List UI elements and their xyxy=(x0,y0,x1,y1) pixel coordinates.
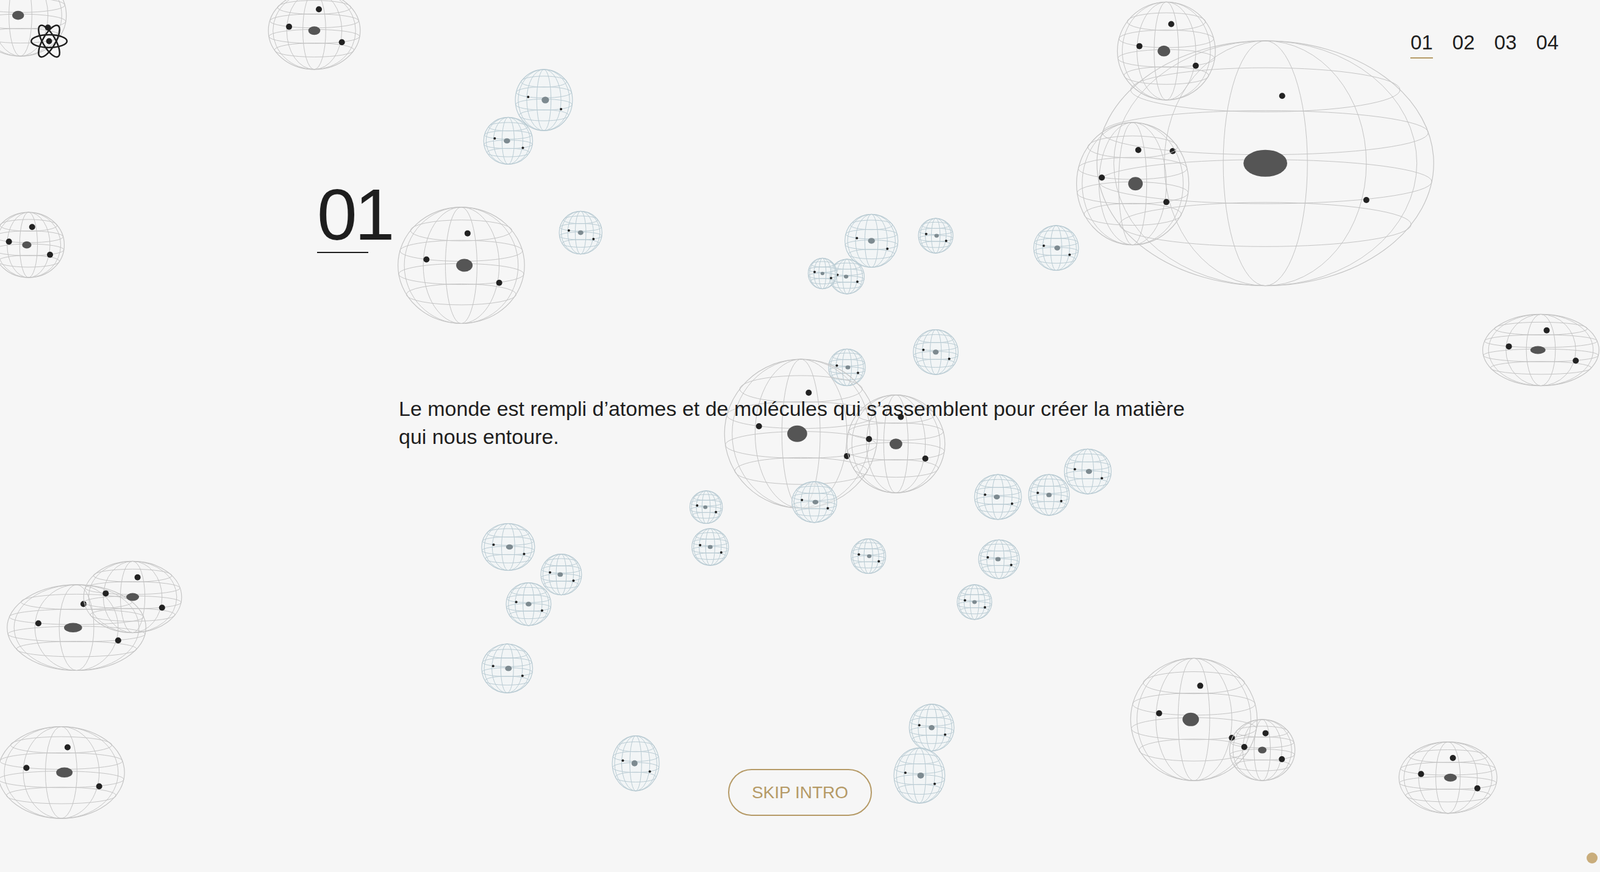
slide-text: Le monde est rempli d’atomes et de moléc… xyxy=(398,394,1186,451)
atom-sphere-icon xyxy=(893,748,946,804)
scroll-indicator xyxy=(1586,852,1598,864)
atom-sphere-icon xyxy=(845,214,899,268)
intro-page: 01 02 03 04 01 Le monde est rempli d’atomes e… xyxy=(0,0,1600,872)
atom-sphere-icon xyxy=(1096,40,1434,286)
skip-intro-button[interactable]: SKIP INTRO xyxy=(728,768,872,816)
atom-sphere-icon xyxy=(978,539,1020,579)
atom-sphere-icon xyxy=(481,523,535,571)
atom-sphere-icon xyxy=(1117,1,1216,100)
atom-sphere-icon xyxy=(724,359,878,508)
slide-number: 01 xyxy=(317,181,393,249)
atom-sphere-icon xyxy=(483,117,533,165)
slide-nav-item[interactable]: 02 xyxy=(1452,29,1475,59)
atom-sphere-icon xyxy=(689,490,723,524)
slide-nav-item[interactable]: 03 xyxy=(1494,29,1518,59)
atom-sphere-icon xyxy=(807,257,837,289)
atom-sphere-icon xyxy=(828,348,866,386)
atom-sphere-icon xyxy=(559,210,602,254)
atom-sphere-icon xyxy=(918,218,954,254)
slide-number-underline xyxy=(317,251,369,254)
atom-sphere-icon xyxy=(1028,474,1070,516)
atom-sphere-icon xyxy=(909,704,955,752)
slide-nav-item[interactable]: 04 xyxy=(1535,29,1559,59)
slide-number-block: 01 xyxy=(317,181,393,254)
atom-sphere-icon xyxy=(1130,657,1258,781)
atom-sphere-icon xyxy=(851,539,886,574)
atom-sphere-icon xyxy=(829,259,865,294)
atom-sphere-icon xyxy=(540,554,582,596)
atom-sphere-icon xyxy=(481,643,533,693)
slide-nav-item[interactable]: 01 xyxy=(1410,29,1433,59)
atom-sphere-icon xyxy=(1398,742,1497,814)
molecules-background-icon xyxy=(0,0,1600,872)
atom-sphere-icon xyxy=(1064,448,1111,494)
atom-sphere-icon xyxy=(792,481,838,523)
atom-sphere-icon xyxy=(0,726,125,819)
atom-sphere-icon xyxy=(957,584,993,620)
atom-sphere-icon xyxy=(268,0,361,70)
atom-sphere-icon xyxy=(1229,719,1296,781)
atom-sphere-icon xyxy=(974,474,1022,520)
atom-sphere-icon xyxy=(1033,225,1079,271)
atom-logo-icon[interactable] xyxy=(28,20,70,62)
atom-sphere-icon xyxy=(913,329,959,375)
atom-sphere-icon xyxy=(1076,122,1190,246)
atom-sphere-icon xyxy=(1482,314,1600,386)
slide-nav: 01 02 03 04 xyxy=(1410,20,1559,59)
atom-sphere-icon xyxy=(515,69,573,131)
atom-sphere-icon xyxy=(83,560,182,633)
atom-sphere-icon xyxy=(7,584,147,671)
atom-sphere-icon xyxy=(692,528,729,566)
atom-sphere-icon xyxy=(612,735,660,791)
atom-sphere-icon xyxy=(506,582,552,626)
header: 01 02 03 04 xyxy=(0,0,1600,62)
atom-sphere-icon xyxy=(0,212,65,278)
atom-sphere-icon xyxy=(398,207,525,324)
